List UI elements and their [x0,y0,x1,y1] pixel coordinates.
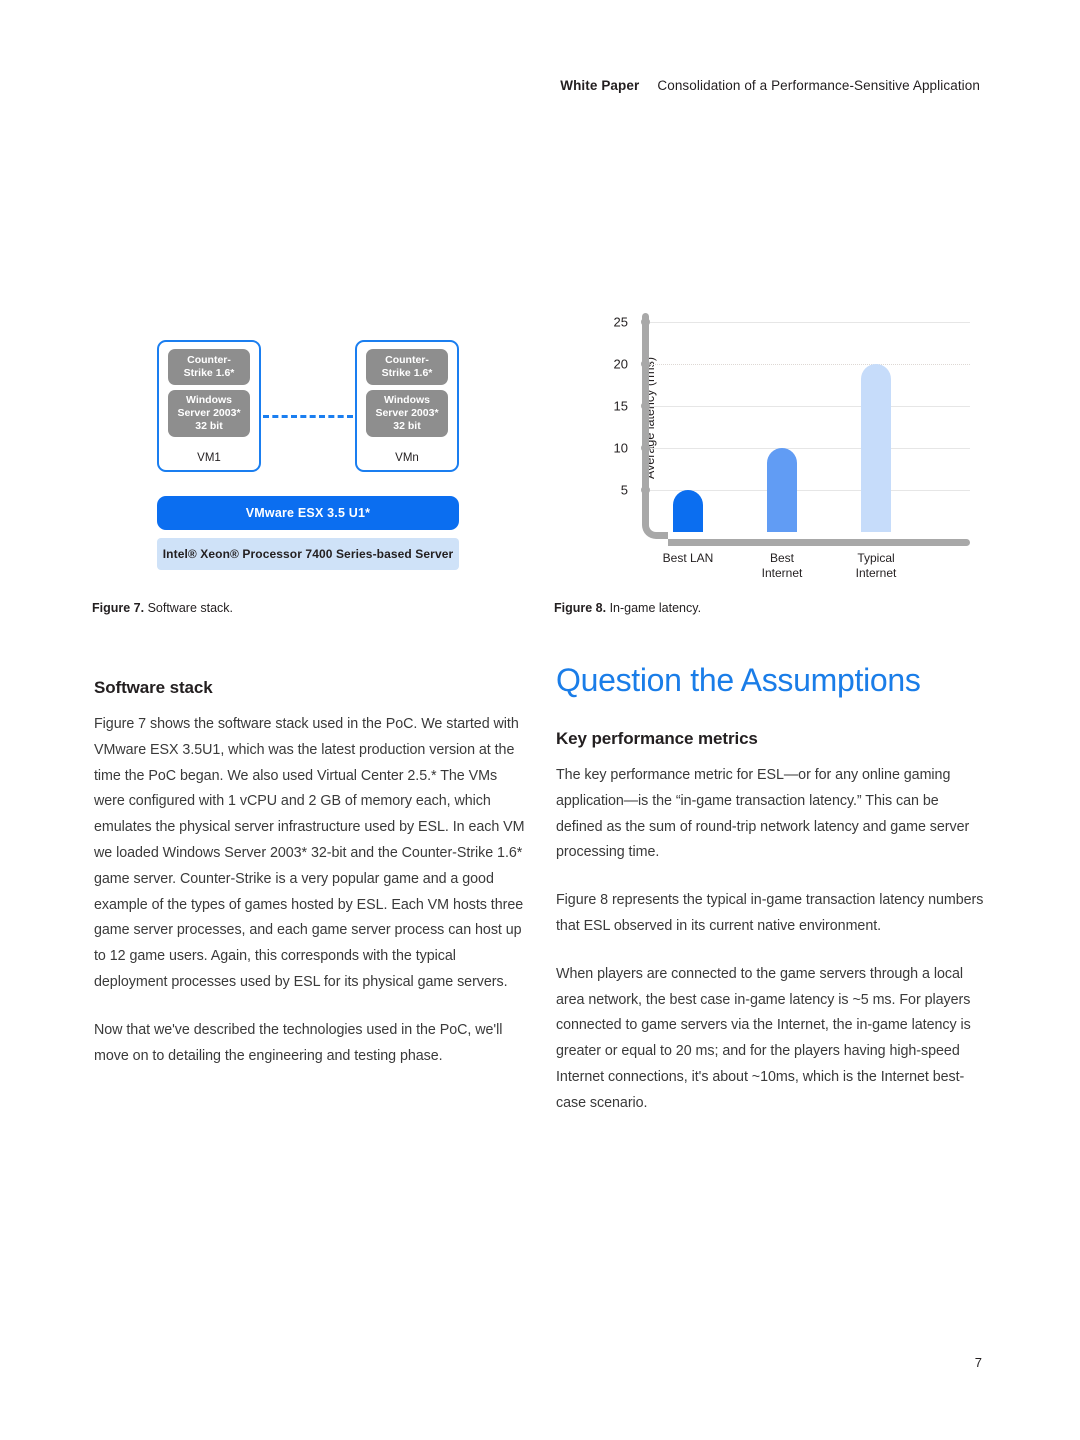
left-column-heading: Software stack [94,678,213,697]
vm-box-vm1: Counter- Strike 1.6* Windows Server 2003… [157,340,261,472]
chart-x-tick-label-line: Typical [857,551,895,565]
chart-plot-area: 5 10 15 20 25 Best LAN Best Internet Typical Inte… [614,305,970,580]
process-box-counter-strike-vmn: Counter- Strike 1.6* [366,349,448,385]
right-column-paragraph-2: Figure 8 represents the typical in-game … [556,892,984,934]
vm-label-vmn: VMn [395,452,419,464]
windows-line2: Server 2003* [375,407,439,419]
chart-x-tick-label: Typical Internet [828,551,924,581]
windows-line3: 32 bit [393,420,421,432]
figure-8-in-game-latency-chart: Average latency (rms) 5 10 15 20 25 Best LAN B… [580,305,970,585]
figure-8-caption-text: In-game latency. [606,601,702,615]
figure-7-caption-lead: Figure 7. [92,601,145,615]
chart-axis-corner [642,513,668,539]
figure-8-caption: Figure 8. In-game latency. [554,601,701,615]
counter-strike-line2: Strike 1.6* [381,367,433,379]
process-box-windows-server-vm1: Windows Server 2003* 32 bit [168,390,250,437]
chart-y-axis-line [642,313,649,513]
chart-y-tick-label: 25 [613,314,628,330]
right-column-paragraph-1: The key performance metric for ESL—or fo… [556,767,970,861]
vm-box-vmn: Counter- Strike 1.6* Windows Server 2003… [355,340,459,472]
hypervisor-layer-bar: VMware ESX 3.5 U1* [157,496,459,530]
windows-line2: Server 2003* [177,407,241,419]
chart-gridline [650,321,970,323]
process-box-counter-strike-vm1: Counter- Strike 1.6* [168,349,250,385]
left-column: Software stack Figure 7 shows the softwa… [94,678,526,1069]
chart-x-tick-label-line: Best [769,551,794,565]
header-title: Consolidation of a Performance-Sensitive… [657,78,980,93]
figure-7-caption: Figure 7. Software stack. [92,601,233,615]
chart-x-tick-label: Best LAN [640,551,736,566]
windows-line3: 32 bit [195,420,223,432]
process-box-windows-server-vmn: Windows Server 2003* 32 bit [366,390,448,437]
chart-gridline [650,363,970,365]
page-header: White Paper Consolidation of a Performanc… [560,78,980,93]
chart-gridline [650,405,970,407]
chart-bar [673,489,703,532]
counter-strike-line1: Counter- [385,354,429,366]
chart-x-tick-label-line: Internet [855,566,897,580]
chart-x-tick-label-line: Internet [761,566,803,580]
vm-label-vm1: VM1 [197,452,221,464]
page-number: 7 [974,1355,982,1370]
figure-8-caption-lead: Figure 8. [554,601,607,615]
counter-strike-line2: Strike 1.6* [183,367,235,379]
hardware-layer-bar: Intel® Xeon® Processor 7400 Series-based… [157,538,459,570]
figure-7-software-stack-diagram: Counter- Strike 1.6* Windows Server 2003… [157,340,459,570]
chart-y-tick-label: 20 [613,356,628,372]
page-title: Question the Assumptions [556,662,921,698]
chart-gridline [650,489,970,491]
vm-link-dashed-connector [263,415,353,418]
vm-row: Counter- Strike 1.6* Windows Server 2003… [157,340,459,474]
left-column-paragraph-1: Figure 7 shows the software stack used i… [94,716,525,990]
chart-bar [861,363,891,532]
chart-x-axis-line [668,539,970,546]
left-column-paragraph-2: Now that we've described the technologie… [94,1021,503,1064]
counter-strike-line1: Counter- [187,354,231,366]
chart-y-tick-label: 15 [613,398,628,414]
header-label: White Paper [560,78,640,93]
right-column-paragraph-3: When players are connected to the game s… [556,965,971,1111]
right-column-heading: Key performance metrics [556,729,758,748]
chart-y-tick-label: 5 [620,482,628,498]
chart-x-tick-label: Best Internet [734,551,830,581]
windows-line1: Windows [384,394,430,406]
figure-7-caption-text: Software stack. [144,601,234,615]
chart-x-tick-label-line: Best LAN [662,551,714,565]
chart-bar [767,447,797,532]
windows-line1: Windows [186,394,232,406]
chart-y-tick-label: 10 [613,440,628,456]
chart-gridline [650,447,970,449]
right-column: Question the Assumptions Key performance… [556,662,988,1117]
